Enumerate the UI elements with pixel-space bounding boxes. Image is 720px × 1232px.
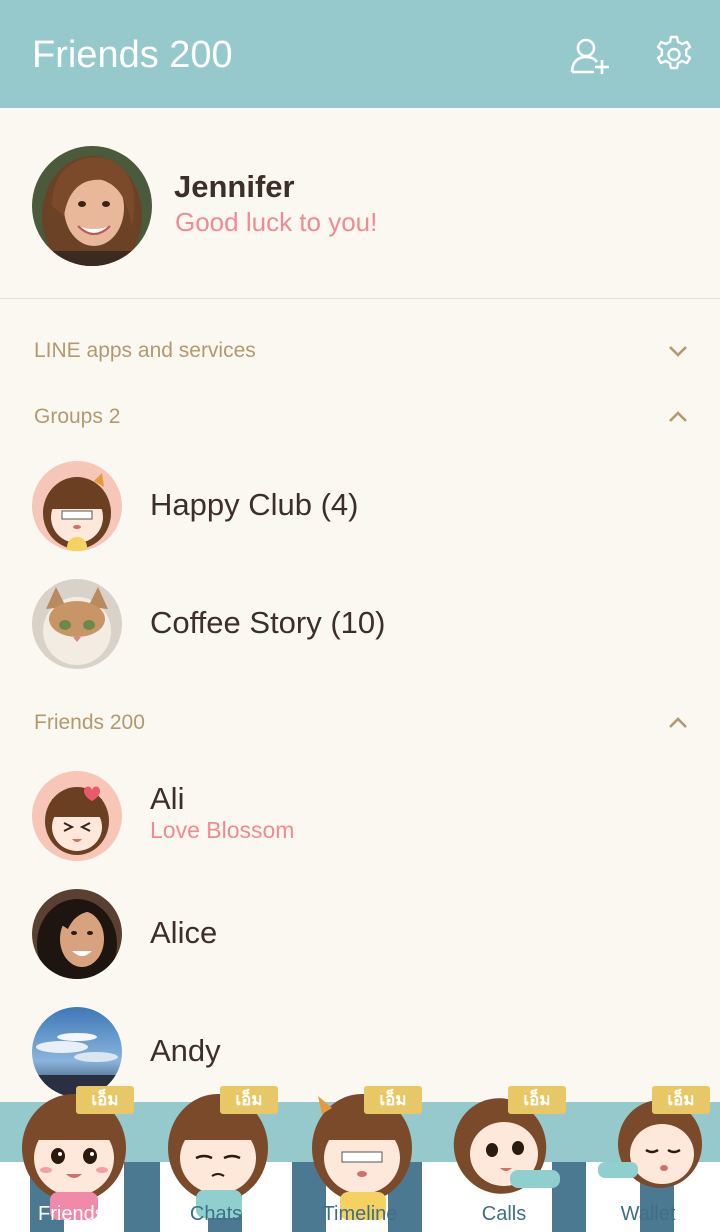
- my-profile[interactable]: Jennifer Good luck to you!: [0, 108, 720, 298]
- profile-name: Jennifer: [174, 169, 295, 204]
- group-name: Coffee Story (10): [150, 605, 386, 640]
- section-groups[interactable]: Groups 2: [0, 392, 720, 442]
- tab-badge: เอ็ม: [220, 1086, 278, 1114]
- friend-name: Alice: [150, 915, 218, 950]
- section-line-apps[interactable]: LINE apps and services: [0, 326, 720, 376]
- tab-wallet[interactable]: เอ็ม Wallet: [576, 1086, 720, 1232]
- section-friends[interactable]: Friends 200: [0, 698, 720, 748]
- chevron-up-icon: [664, 406, 692, 428]
- list-item[interactable]: Ali Love Blossom: [0, 760, 720, 872]
- tab-badge: เอ็ม: [508, 1086, 566, 1114]
- list-item[interactable]: Happy Club (4): [0, 450, 720, 562]
- section-label: LINE apps and services: [34, 339, 256, 362]
- tab-badge: เอ็ม: [652, 1086, 710, 1114]
- chevron-down-icon: [664, 340, 692, 362]
- chevron-up-icon: [664, 712, 692, 734]
- tab-label: Chats: [189, 1203, 243, 1225]
- tab-calls[interactable]: เอ็ม Calls: [432, 1086, 586, 1232]
- avatar: [32, 771, 122, 861]
- add-friend-button[interactable]: [568, 34, 612, 78]
- gear-icon: [656, 35, 692, 70]
- friend-status-message: Love Blossom: [150, 817, 295, 843]
- section-label: Friends 200: [34, 711, 145, 734]
- tab-badge: เอ็ม: [76, 1086, 134, 1114]
- tab-badge: เอ็ม: [364, 1086, 422, 1114]
- avatar: [32, 889, 122, 979]
- tab-label: Timeline: [322, 1203, 398, 1225]
- tab-chats[interactable]: เอ็ม Chats: [144, 1086, 288, 1232]
- page-title: Friends 200: [32, 34, 233, 76]
- tab-label: Calls: [481, 1203, 527, 1225]
- group-name: Happy Club (4): [150, 487, 359, 522]
- add-friend-icon: [570, 38, 609, 74]
- friend-name: Ali: [150, 781, 185, 816]
- avatar: [32, 579, 122, 669]
- avatar[interactable]: [32, 146, 152, 266]
- settings-button[interactable]: [652, 34, 696, 78]
- tab-label: Wallet: [620, 1203, 676, 1225]
- avatar: [32, 461, 122, 551]
- app-header: Friends 200: [0, 0, 720, 108]
- section-label: Groups 2: [34, 405, 121, 428]
- list-item[interactable]: Coffee Story (10): [0, 568, 720, 680]
- profile-status-message: Good luck to you!: [175, 207, 378, 237]
- profile-photo: [32, 146, 152, 266]
- list-item[interactable]: Alice: [0, 878, 720, 990]
- tab-friends[interactable]: เอ็ม Friends: [0, 1086, 160, 1232]
- friend-name: Andy: [150, 1033, 221, 1068]
- tab-timeline[interactable]: เอ็ม Timeline: [288, 1086, 432, 1232]
- bottom-tab-bar: เอ็ม Friends เอ็ม Chats เอ็ม Timeline เอ…: [0, 1086, 720, 1232]
- divider: [0, 298, 720, 299]
